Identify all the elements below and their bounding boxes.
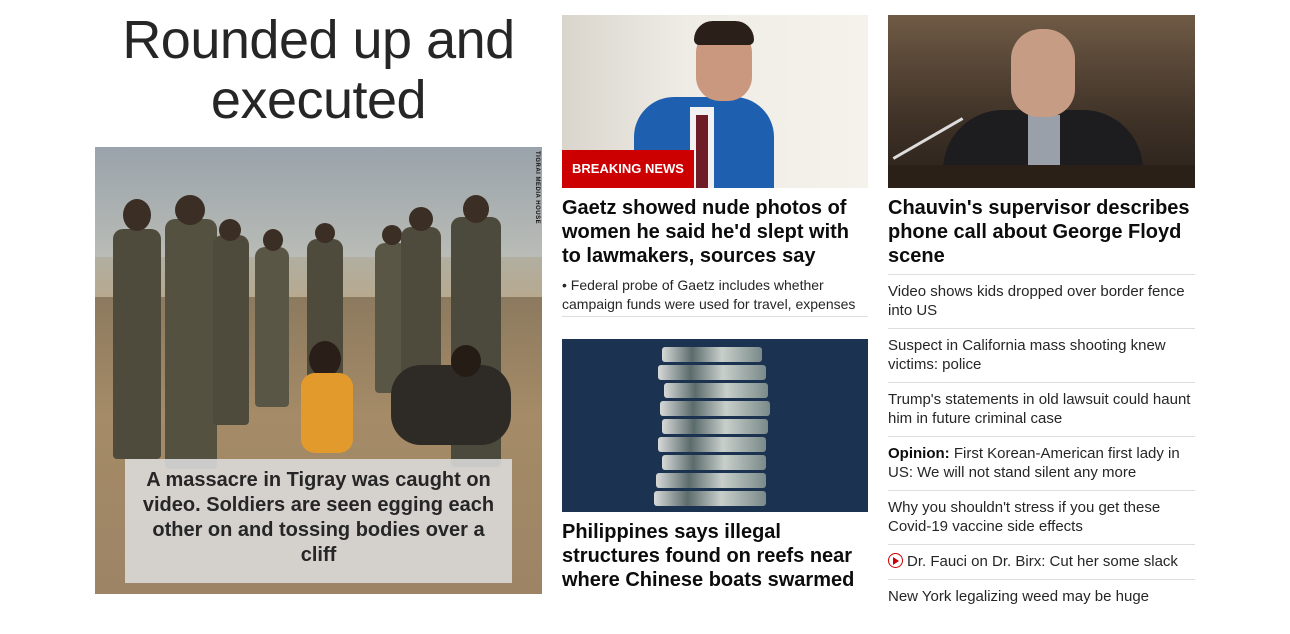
list-item[interactable]: Trump's statements in old lawsuit could … xyxy=(888,382,1195,436)
headline-list: Video shows kids dropped over border fen… xyxy=(888,274,1195,614)
ship xyxy=(658,365,766,380)
soldier-head xyxy=(175,195,205,225)
soldier-head xyxy=(123,199,151,231)
soldier-head xyxy=(409,207,433,231)
soldier-head xyxy=(219,219,241,241)
chauvin-thumbnail[interactable] xyxy=(888,15,1195,188)
ship xyxy=(662,419,768,434)
opinion-label: Opinion: xyxy=(888,445,950,462)
play-icon xyxy=(888,553,903,568)
ship xyxy=(664,383,768,398)
list-item[interactable]: Why you shouldn't stress if you get thes… xyxy=(888,490,1195,544)
list-item[interactable]: Video shows kids dropped over border fen… xyxy=(888,274,1195,328)
captive-head xyxy=(309,341,341,377)
ship xyxy=(658,437,766,452)
lead-caption[interactable]: A massacre in Tigray was caught on video… xyxy=(125,459,512,583)
captive-figure xyxy=(391,365,511,445)
list-item-text: Video shows kids dropped over border fen… xyxy=(888,283,1185,319)
image-face xyxy=(1011,29,1075,117)
list-item-video[interactable]: Dr. Fauci on Dr. Birx: Cut her some slac… xyxy=(888,544,1195,579)
image-hair xyxy=(694,21,754,45)
ship xyxy=(654,491,766,506)
chauvin-headline[interactable]: Chauvin's supervisor describes phone cal… xyxy=(888,196,1195,268)
soldier-figure xyxy=(255,247,289,407)
column-3: Chauvin's supervisor describes phone cal… xyxy=(888,15,1195,614)
captive-head xyxy=(451,345,481,377)
lead-headline[interactable]: Rounded up and executed xyxy=(95,10,542,130)
image-credit: TIGRAI MEDIA HOUSE xyxy=(534,151,540,225)
lead-image[interactable]: TIGRAI MEDIA HOUSE A massacre in Tigray … xyxy=(95,147,542,594)
reef-thumbnail[interactable] xyxy=(562,339,868,512)
breaking-news-badge: BREAKING NEWS xyxy=(562,150,694,188)
lead-story: Rounded up and executed TIGRAI MEDIA HOU… xyxy=(95,10,542,594)
image-desk xyxy=(888,165,1195,188)
philippines-headline[interactable]: Philippines says illegal structures foun… xyxy=(562,520,868,592)
ship xyxy=(656,473,766,488)
image-tie xyxy=(696,115,708,188)
captive-figure xyxy=(301,373,353,453)
soldier-head xyxy=(263,229,283,251)
column-2: BREAKING NEWS Gaetz showed nude photos o… xyxy=(562,15,868,592)
list-item[interactable]: Opinion: First Korean-American first lad… xyxy=(888,436,1195,490)
soldier-head xyxy=(463,195,489,223)
ship xyxy=(662,455,766,470)
list-item-text: New York legalizing weed may be huge xyxy=(888,588,1149,605)
list-item[interactable]: Suspect in California mass shooting knew… xyxy=(888,328,1195,382)
soldier-head xyxy=(382,225,402,245)
list-item-text: Dr. Fauci on Dr. Birx: Cut her some slac… xyxy=(907,553,1178,570)
gaetz-related-link[interactable]: • Federal probe of Gaetz includes whethe… xyxy=(562,276,868,317)
soldier-figure xyxy=(113,229,161,459)
list-item-text: Suspect in California mass shooting knew… xyxy=(888,337,1166,373)
ship xyxy=(660,401,770,416)
soldier-figure xyxy=(165,219,217,469)
soldier-figure xyxy=(213,235,249,425)
list-item-text: Trump's statements in old lawsuit could … xyxy=(888,391,1191,427)
gaetz-headline[interactable]: Gaetz showed nude photos of women he sai… xyxy=(562,196,868,268)
list-item[interactable]: New York legalizing weed may be huge xyxy=(888,579,1195,614)
soldier-head xyxy=(315,223,335,243)
gaetz-thumbnail[interactable]: BREAKING NEWS xyxy=(562,15,868,188)
list-item-text: Why you shouldn't stress if you get thes… xyxy=(888,499,1161,535)
ship xyxy=(662,347,762,362)
